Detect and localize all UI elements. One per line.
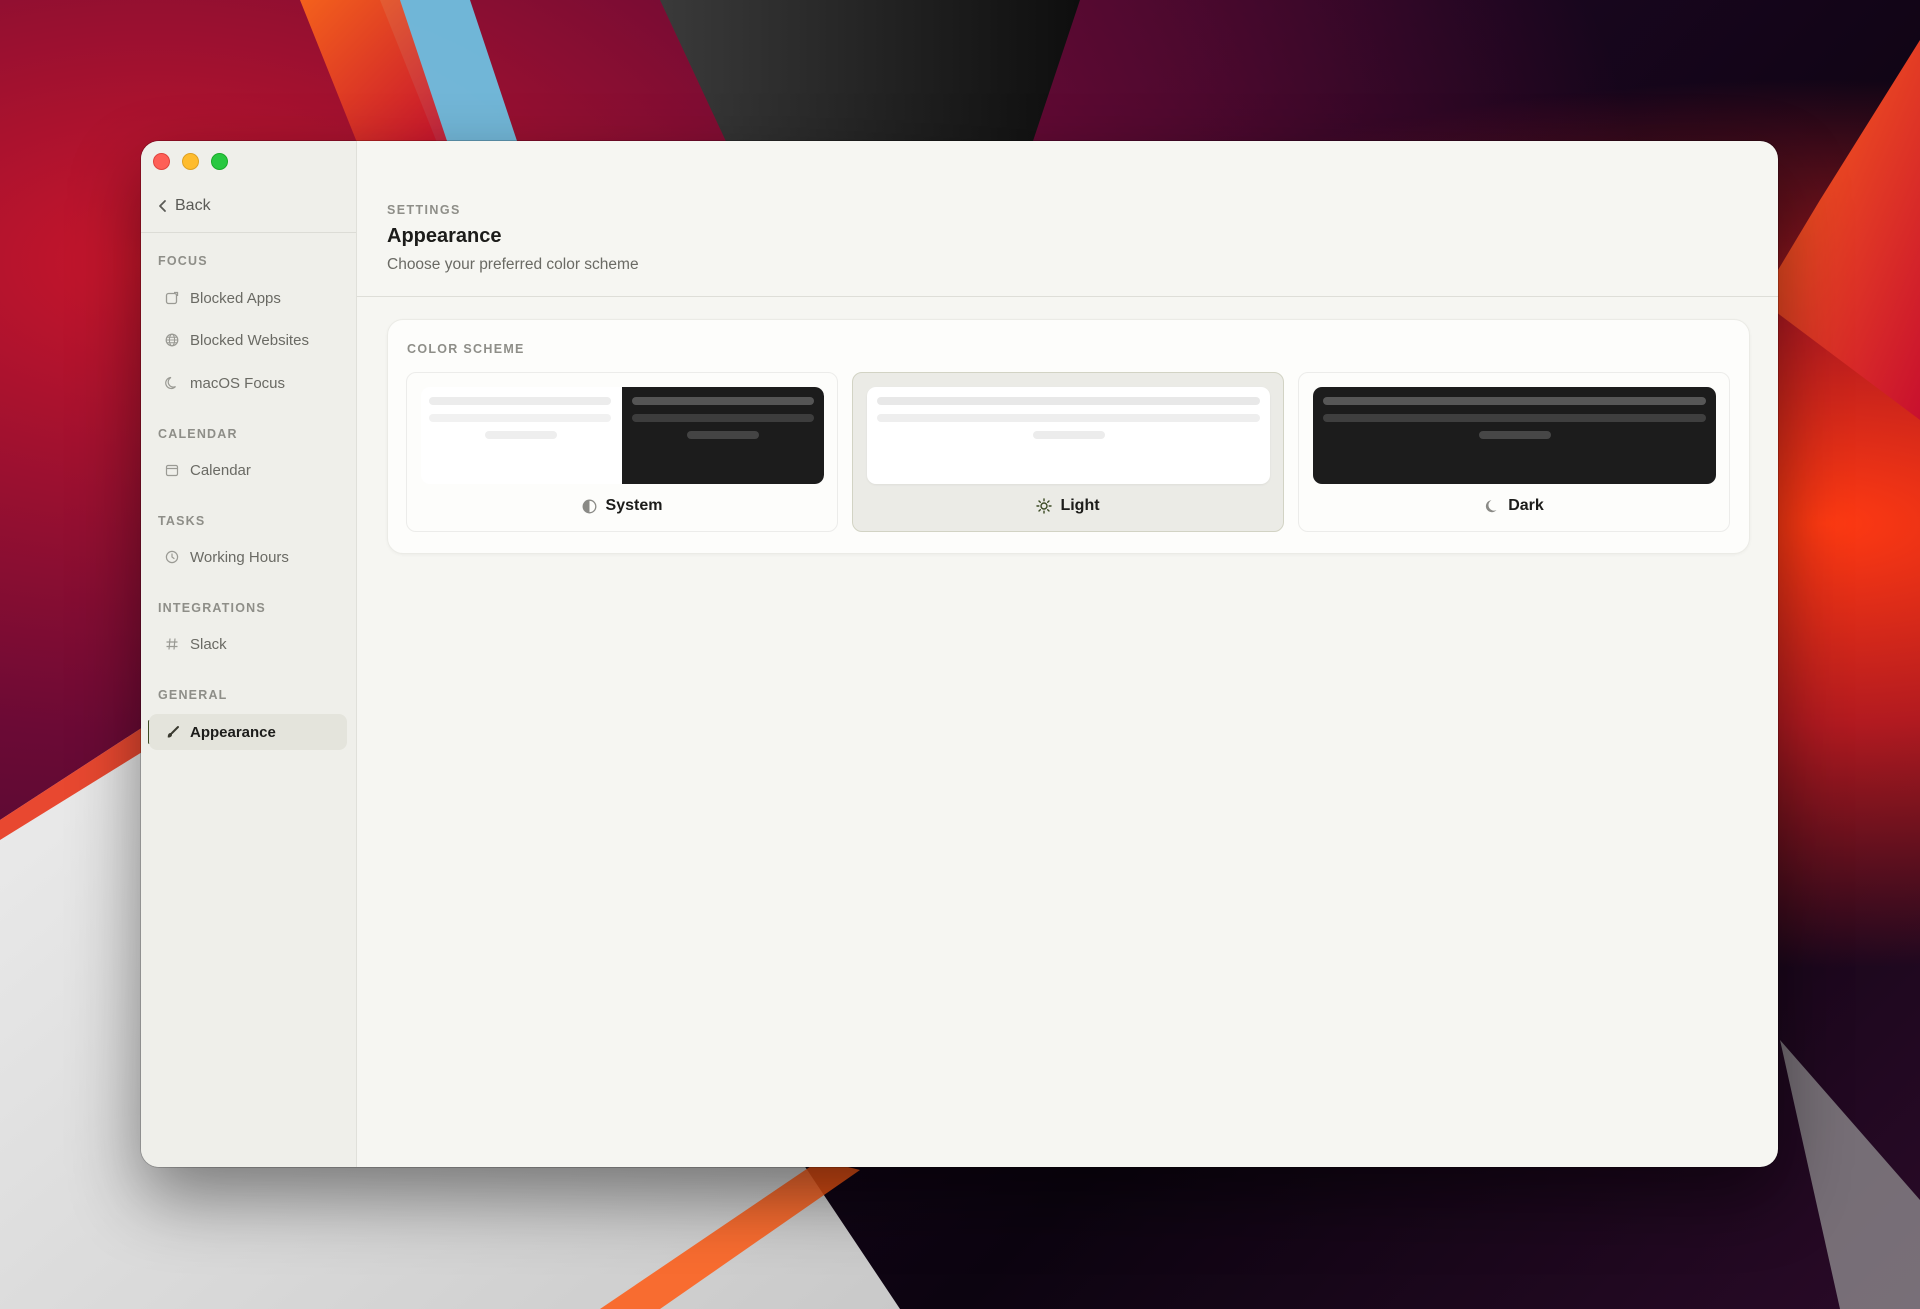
sidebar-item-label: Slack xyxy=(190,635,227,653)
color-scheme-label: COLOR SCHEME xyxy=(407,342,525,356)
sidebar-divider xyxy=(141,232,356,233)
scheme-option-label: Light xyxy=(853,497,1283,515)
hash-icon xyxy=(164,636,180,652)
zoom-window-button[interactable] xyxy=(211,153,228,170)
light-label: Light xyxy=(1060,497,1100,514)
sidebar-item-label: Blocked Websites xyxy=(190,331,309,349)
close-window-button[interactable] xyxy=(153,153,170,170)
paintbrush-icon xyxy=(164,724,180,740)
header-divider xyxy=(357,296,1778,297)
sidebar-item-slack[interactable]: Slack xyxy=(149,626,347,662)
half-circle-icon xyxy=(582,498,598,514)
sidebar-item-label: Appearance xyxy=(190,723,276,741)
settings-window: Back FOCUS Blocked Apps Blocked Websites… xyxy=(141,141,1778,1167)
sun-icon xyxy=(1036,498,1053,514)
sidebar-item-label: Calendar xyxy=(190,461,251,479)
scheme-option-label: System xyxy=(407,497,837,515)
page-title: Appearance xyxy=(387,225,502,247)
color-scheme-card: COLOR SCHEME System Light Dark xyxy=(387,319,1750,554)
moon-icon xyxy=(1484,498,1500,514)
scheme-option-label: Dark xyxy=(1299,497,1729,515)
window-controls xyxy=(153,153,228,170)
section-label-tasks: TASKS xyxy=(158,514,206,528)
sidebar-item-working-hours[interactable]: Working Hours xyxy=(149,539,347,575)
minimize-window-button[interactable] xyxy=(182,153,199,170)
section-label-integrations: INTEGRATIONS xyxy=(158,601,266,615)
system-label: System xyxy=(605,497,663,514)
sidebar-item-appearance[interactable]: Appearance xyxy=(149,714,347,750)
scheme-option-light[interactable]: Light xyxy=(852,372,1284,532)
clock-icon xyxy=(164,549,180,565)
back-button[interactable]: Back xyxy=(157,197,211,215)
sidebar-item-label: macOS Focus xyxy=(190,374,286,392)
breadcrumb: SETTINGS xyxy=(387,203,461,217)
section-label-calendar: CALENDAR xyxy=(158,427,238,441)
sidebar-item-calendar[interactable]: Calendar xyxy=(149,452,347,488)
moon-icon xyxy=(164,375,180,391)
section-label-general: GENERAL xyxy=(158,688,228,702)
sidebar-item-label: Working Hours xyxy=(190,548,289,566)
dark-label: Dark xyxy=(1508,497,1544,514)
dark-preview xyxy=(1313,387,1716,484)
sidebar-item-blocked-websites[interactable]: Blocked Websites xyxy=(149,322,347,358)
page-subtitle: Choose your preferred color scheme xyxy=(387,256,639,273)
light-preview xyxy=(867,387,1270,484)
app-icon xyxy=(164,290,180,306)
sidebar-item-macos-focus[interactable]: macOS Focus xyxy=(149,365,347,401)
main-content: SETTINGS Appearance Choose your preferre… xyxy=(357,141,1778,1167)
sidebar-item-label: Blocked Apps xyxy=(190,289,281,307)
scheme-option-dark[interactable]: Dark xyxy=(1298,372,1730,532)
calendar-icon xyxy=(164,462,180,478)
system-preview xyxy=(421,387,824,484)
back-label: Back xyxy=(175,197,211,214)
chevron-left-icon xyxy=(159,200,166,212)
globe-icon xyxy=(164,332,180,348)
sidebar: Back FOCUS Blocked Apps Blocked Websites… xyxy=(141,141,357,1167)
scheme-option-system[interactable]: System xyxy=(406,372,838,532)
section-label-focus: FOCUS xyxy=(158,254,208,268)
sidebar-item-blocked-apps[interactable]: Blocked Apps xyxy=(149,280,347,316)
